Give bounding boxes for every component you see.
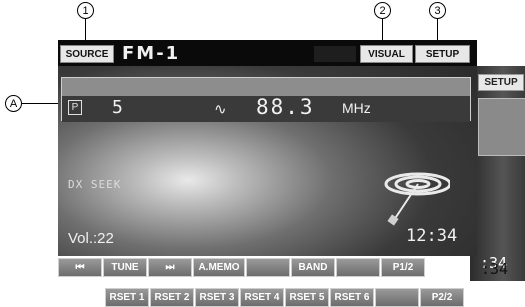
frequency-unit: MHz	[342, 100, 371, 116]
back-clock-partial: :34	[481, 260, 509, 278]
page-1-2-button[interactable]: P1/2	[381, 258, 425, 277]
pty-indicator-icon: P	[68, 100, 82, 115]
back-frequency-panel	[478, 98, 525, 156]
tune-wave-icon: ∿	[214, 100, 227, 118]
rset-3-button[interactable]: RSET 3	[195, 288, 239, 307]
a-memo-button[interactable]: A.MEMO	[193, 258, 245, 277]
title-dark-box	[314, 46, 356, 62]
band-title: FM-1	[122, 43, 181, 64]
callout-a-line	[22, 103, 62, 104]
empty-button-3[interactable]	[375, 288, 419, 307]
empty-button-2[interactable]	[336, 258, 380, 277]
back-setup-button: SETUP	[478, 74, 524, 91]
rset-2-button[interactable]: RSET 2	[150, 288, 194, 307]
callout-3-line	[437, 19, 438, 41]
empty-button-1[interactable]	[246, 258, 290, 277]
skip-back-icon[interactable]: ⏮	[58, 258, 102, 277]
callout-a: A	[5, 95, 22, 112]
tuner-screen: SOURCE FM-1 VISUAL SETUP P 5 ∿ 88.3 MHz …	[58, 40, 477, 256]
skip-forward-icon[interactable]: ⏭	[148, 258, 192, 277]
antenna-signal-icon	[384, 172, 450, 226]
top-bar: SOURCE FM-1 VISUAL SETUP	[58, 40, 477, 66]
preset-number: 5	[112, 97, 123, 118]
visual-button[interactable]: VISUAL	[360, 45, 413, 63]
frequency-value: 88.3	[256, 95, 315, 119]
callout-3: 3	[429, 2, 446, 19]
rset-1-button[interactable]: RSET 1	[105, 288, 149, 307]
freq-panel-strip	[62, 78, 470, 96]
source-button[interactable]: SOURCE	[60, 45, 114, 63]
callout-1: 1	[77, 2, 94, 19]
seek-mode-label: DX SEEK	[68, 178, 122, 191]
tune-button[interactable]: TUNE	[103, 258, 147, 277]
rset-5-button[interactable]: RSET 5	[285, 288, 329, 307]
callout-2-line	[382, 19, 383, 41]
background-screen-page2: SETUP :34	[470, 66, 525, 281]
rset-4-button[interactable]: RSET 4	[240, 288, 284, 307]
volume-level: Vol.:22	[68, 230, 114, 247]
callout-2: 2	[374, 2, 391, 19]
rset-6-button[interactable]: RSET 6	[330, 288, 374, 307]
function-buttons-page2: RSET 1 RSET 2 RSET 3 RSET 4 RSET 5 RSET …	[105, 288, 465, 307]
setup-button[interactable]: SETUP	[415, 45, 470, 63]
page-2-2-button[interactable]: P2/2	[420, 288, 464, 307]
clock: 12:34	[406, 226, 458, 246]
frequency-panel: P 5 ∿ 88.3 MHz	[61, 77, 471, 122]
band-button[interactable]: BAND	[291, 258, 335, 277]
callout-1-line	[85, 19, 86, 41]
function-buttons-page1: ⏮ TUNE ⏭ A.MEMO BAND P1/2	[58, 258, 426, 277]
